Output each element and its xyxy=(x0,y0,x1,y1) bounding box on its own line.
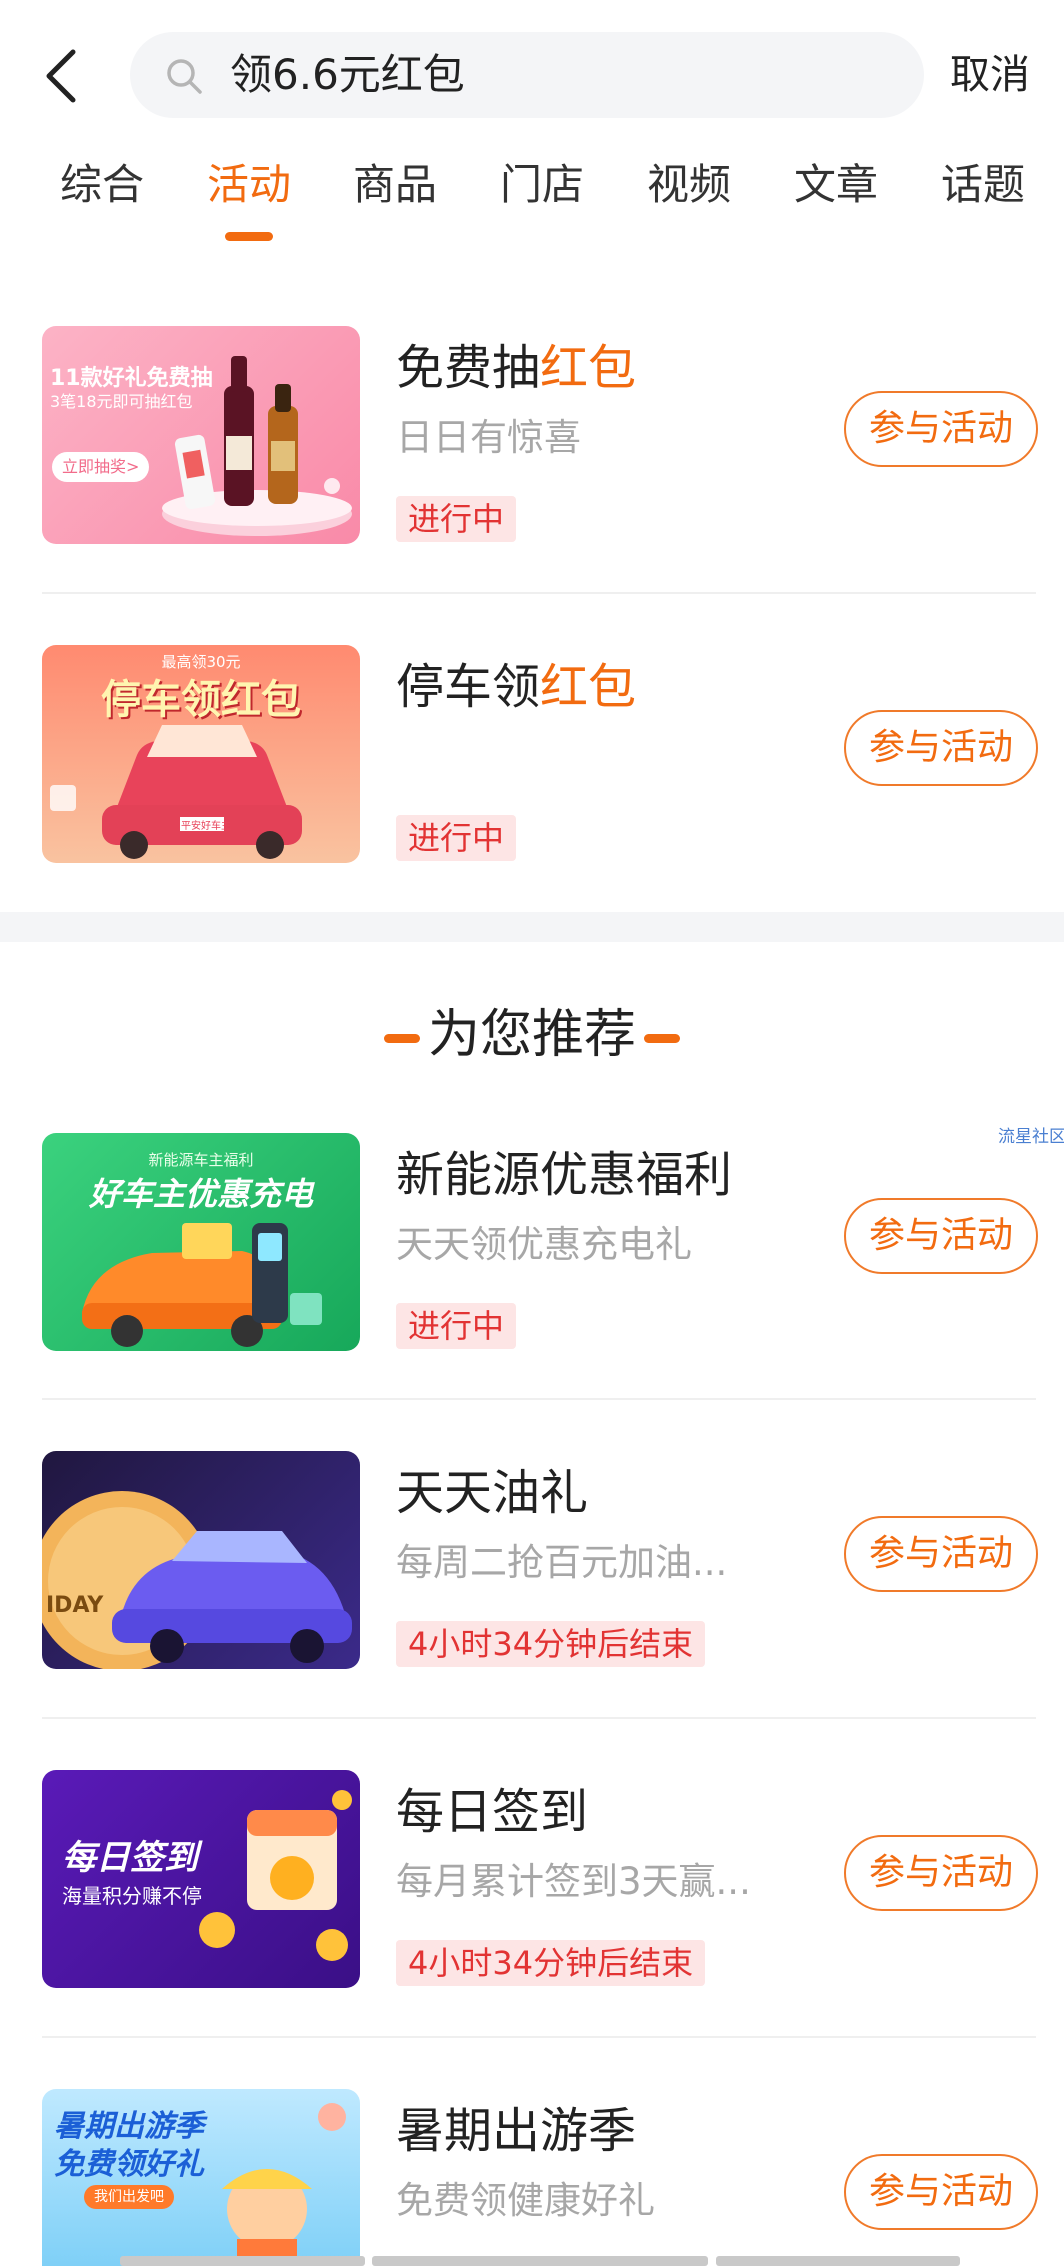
thumb-topline: 新能源车主福利 xyxy=(148,1151,254,1169)
back-button[interactable] xyxy=(30,38,90,114)
activity-thumbnail: 新能源车主福利 好车主优惠充电 xyxy=(42,1133,360,1351)
tab-articles[interactable]: 文章 xyxy=(776,150,896,220)
active-tab-indicator xyxy=(225,232,273,241)
join-activity-button[interactable]: 参与活动 xyxy=(844,2154,1038,2230)
tab-stores[interactable]: 门店 xyxy=(482,150,602,220)
activity-title: 天天油礼 xyxy=(396,1465,589,1521)
activity-thumbnail: 暑期出游季 免费领好礼 我们出发吧 xyxy=(42,2089,360,2266)
thumb-headline: 好车主优惠充电 xyxy=(88,1175,313,1213)
activity-subtitle: 日日有惊喜 xyxy=(396,416,581,459)
activity-title: 免费抽红包 xyxy=(396,336,636,400)
title-highlight: 红包 xyxy=(540,659,637,715)
activity-title: 每日签到 xyxy=(396,1784,589,1840)
header: 领6.6元红包 取消 xyxy=(0,0,1064,150)
thumb-subline: 免费领好礼 xyxy=(54,2147,204,2182)
wine-gift-illustration xyxy=(162,356,352,536)
calendar-coins-illustration xyxy=(199,1790,352,1961)
divider xyxy=(42,1717,1036,1719)
search-input[interactable]: 领6.6元红包 xyxy=(130,32,924,118)
category-tabs: 综合 活动 商品 门店 视频 文章 话题 xyxy=(0,150,1064,250)
title-text: 免费抽 xyxy=(396,340,541,396)
thumb-day-text: IDAY xyxy=(46,1593,104,1618)
tab-videos[interactable]: 视频 xyxy=(629,150,749,220)
recommend-card-checkin[interactable]: 每日签到 海量积分赚不停 每日签到 每月累计签到3天赢... 4小时34分钟后结… xyxy=(42,1770,1038,1988)
activity-subtitle: 天天领优惠充电礼 xyxy=(396,1223,692,1266)
bottom-scroll-bar xyxy=(0,2256,1064,2266)
recommend-card-fuel[interactable]: IDAY 天天油礼 每周二抢百元加油... 4小时34分钟后结束 参与活动 xyxy=(42,1451,1038,1669)
heading-dash xyxy=(644,1033,680,1043)
search-query-text: 领6.6元红包 xyxy=(230,50,465,99)
divider xyxy=(42,2036,1036,2038)
activity-title: 新能源优惠福利 xyxy=(396,1147,733,1203)
divider xyxy=(42,1398,1036,1400)
bar-segment xyxy=(372,2256,708,2266)
thumb-subline: 海量积分赚不停 xyxy=(62,1884,202,1908)
heading-text: 为您推荐 xyxy=(427,1005,636,1065)
join-activity-button[interactable]: 参与活动 xyxy=(844,1198,1038,1274)
thumb-plate: 平安好车主 xyxy=(181,821,231,832)
activity-thumbnail: IDAY xyxy=(42,1451,360,1669)
activity-card-parking[interactable]: 最高领30元 停车领红包 平安好车主 停车领红包 进行中 参与活动 xyxy=(42,645,1038,863)
thumb-subline: 3笔18元即可抽红包 xyxy=(50,392,193,411)
fuel-car-illustration xyxy=(42,1491,352,1669)
heading-dash xyxy=(383,1033,420,1043)
search-icon xyxy=(167,59,202,94)
thumb-headline: 停车领红包 xyxy=(101,677,301,723)
divider xyxy=(42,592,1036,594)
status-badge: 4小时34分钟后结束 xyxy=(396,1621,706,1667)
recommend-card-ev[interactable]: 新能源车主福利 好车主优惠充电 新能源优惠福利 天天领优惠充电礼 进行中 参与活… xyxy=(42,1133,1038,1351)
cancel-button[interactable]: 取消 xyxy=(950,32,1030,118)
tab-topics[interactable]: 话题 xyxy=(923,150,1043,220)
activity-title: 停车领红包 xyxy=(396,655,636,719)
join-activity-button[interactable]: 参与活动 xyxy=(844,1835,1038,1911)
tab-products[interactable]: 商品 xyxy=(335,150,455,220)
activity-subtitle: 每周二抢百元加油... xyxy=(396,1541,728,1584)
bar-segment xyxy=(120,2256,365,2266)
status-badge: 4小时34分钟后结束 xyxy=(396,1940,706,1986)
tab-all[interactable]: 综合 xyxy=(42,150,162,220)
recommend-heading: 为您推荐 xyxy=(0,1000,1064,1070)
status-badge: 进行中 xyxy=(396,1303,517,1349)
join-activity-button[interactable]: 参与活动 xyxy=(844,1516,1038,1592)
join-activity-button[interactable]: 参与活动 xyxy=(844,391,1038,467)
activity-thumbnail: 每日签到 海量积分赚不停 xyxy=(42,1770,360,1988)
tab-activities[interactable]: 活动 xyxy=(189,150,309,220)
bar-segment xyxy=(716,2256,960,2266)
title-highlight: 红包 xyxy=(540,340,637,396)
chevron-left-icon xyxy=(46,49,76,103)
thumb-go-button: 我们出发吧 xyxy=(84,2185,174,2209)
status-badge: 进行中 xyxy=(396,496,517,542)
thumb-headline: 每日签到 xyxy=(62,1838,198,1878)
recommend-card-summer-trip[interactable]: 暑期出游季 免费领好礼 我们出发吧 暑期出游季 免费领健康好礼 参与活动 xyxy=(42,2089,1038,2266)
activity-subtitle: 免费领健康好礼 xyxy=(396,2179,655,2222)
activity-title: 暑期出游季 xyxy=(396,2103,637,2159)
status-badge: 进行中 xyxy=(396,815,517,861)
thumb-draw-button: 立即抽奖> xyxy=(52,452,150,482)
activity-card-free-draw[interactable]: 11款好礼免费抽 3笔18元即可抽红包 立即抽奖> 免费抽红包 日日有惊喜 进行… xyxy=(42,326,1038,544)
join-activity-button[interactable]: 参与活动 xyxy=(844,710,1038,786)
section-separator xyxy=(0,912,1064,942)
activity-thumbnail: 11款好礼免费抽 3笔18元即可抽红包 立即抽奖> xyxy=(42,326,360,544)
activity-subtitle: 每月累计签到3天赢... xyxy=(396,1860,751,1903)
title-text: 停车领 xyxy=(396,659,541,715)
activity-thumbnail: 最高领30元 停车领红包 平安好车主 xyxy=(42,645,360,863)
